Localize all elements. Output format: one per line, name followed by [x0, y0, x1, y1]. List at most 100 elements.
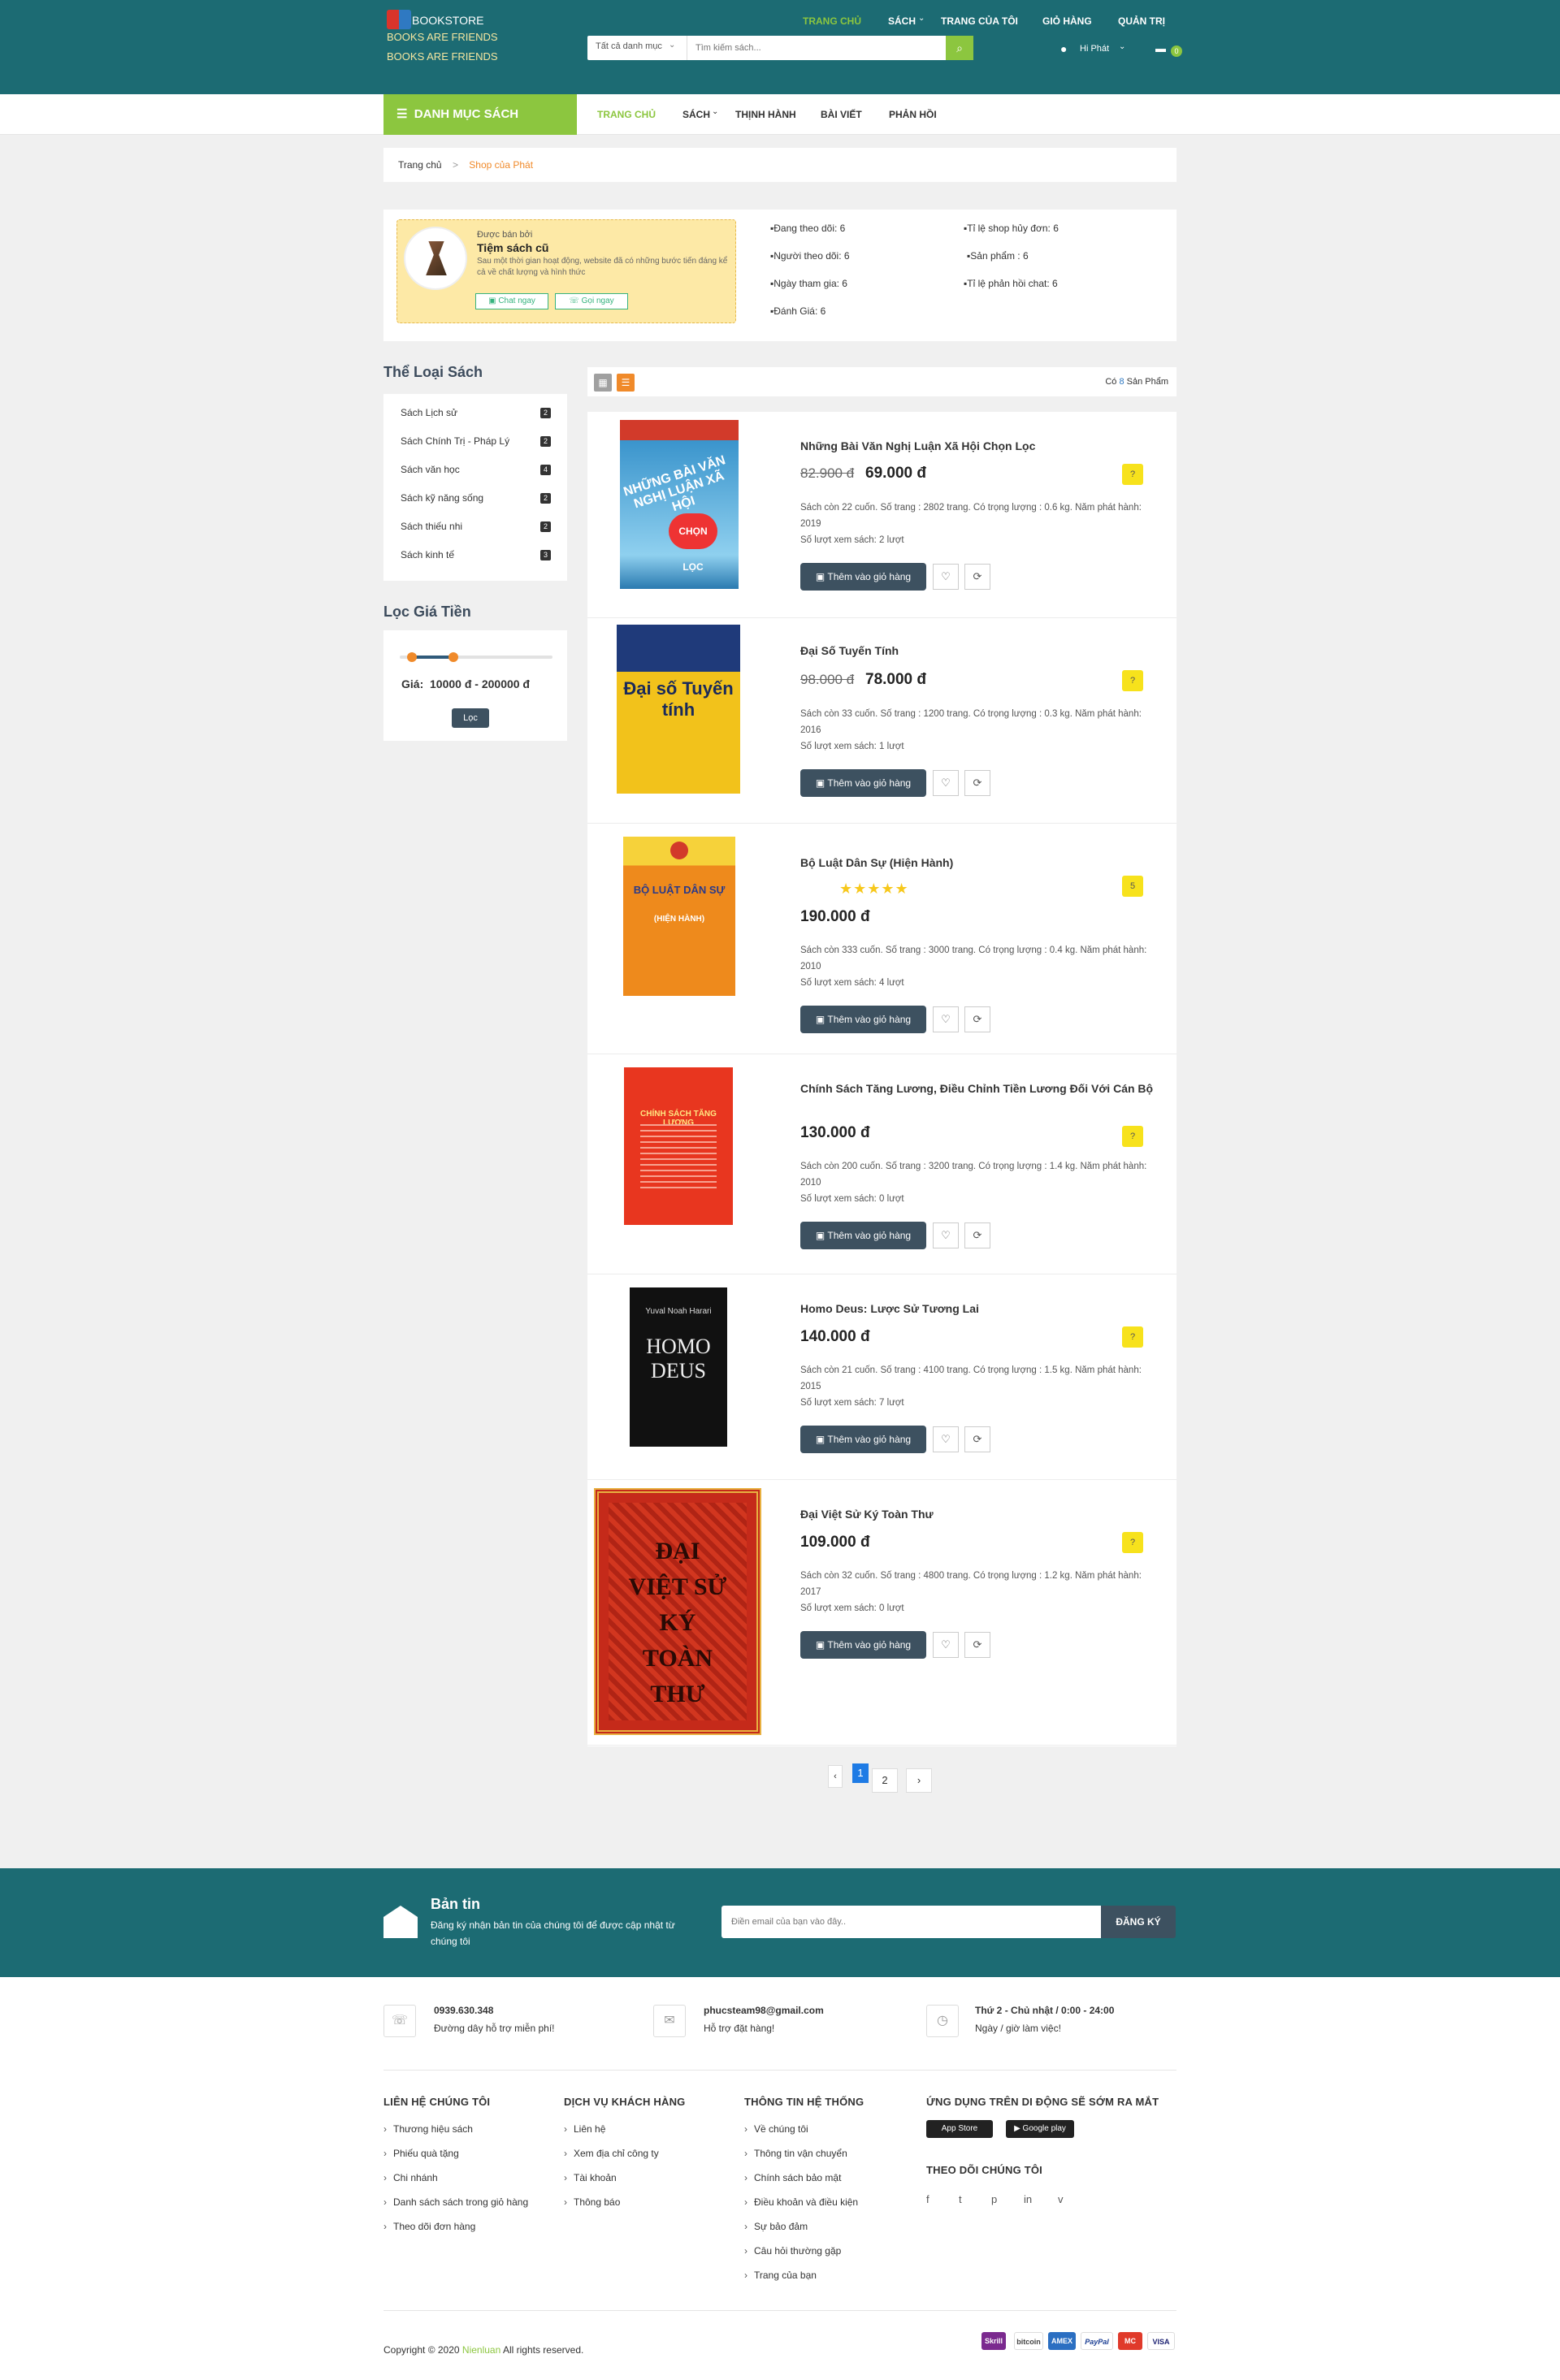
- book-cover-image[interactable]: NHỮNG BÀI VĂN NGHỊ LUẬN XÃ HỘI CHỌN LỌC: [620, 420, 739, 589]
- compare-icon[interactable]: ⟳: [964, 1426, 990, 1452]
- footer-link[interactable]: Tài khoản: [564, 2172, 617, 2183]
- product-views: Số lượt xem sách: 2 lượt: [800, 535, 904, 545]
- pagination-next[interactable]: ›: [906, 1768, 932, 1793]
- nav-home[interactable]: TRANG CHỦ: [803, 15, 861, 27]
- nav-admin[interactable]: QUẢN TRỊ: [1118, 15, 1165, 27]
- twitter-icon[interactable]: t: [959, 2193, 962, 2205]
- footer-link[interactable]: Chính sách bảo mật: [744, 2172, 841, 2183]
- category-item[interactable]: Sách văn học 4: [384, 464, 567, 492]
- vimeo-icon[interactable]: v: [1058, 2193, 1064, 2205]
- category-item[interactable]: Sách Chính Trị - Pháp Lý 2: [384, 435, 567, 464]
- compare-icon[interactable]: ⟳: [964, 1222, 990, 1248]
- user-menu[interactable]: Hi Phát: [1080, 44, 1109, 54]
- price-slider-range: [412, 656, 453, 659]
- book-cover-image[interactable]: CHÍNH SÁCH TĂNG LƯƠNG: [624, 1067, 733, 1225]
- pagination-page-2[interactable]: 2: [872, 1768, 898, 1793]
- footer-divider: [384, 2310, 1176, 2311]
- wishlist-heart-icon[interactable]: ♡: [933, 1632, 959, 1658]
- search-category-select[interactable]: Tất cả danh mục: [596, 41, 662, 51]
- book-cover-image[interactable]: BỘ LUẬT DÂN SỰ (HIỆN HÀNH): [623, 837, 735, 996]
- facebook-icon[interactable]: f: [926, 2193, 930, 2205]
- app-store-button[interactable]: App Store: [926, 2120, 993, 2138]
- category-item[interactable]: Sách Lịch sử 2: [384, 407, 567, 435]
- nav-my-page[interactable]: TRANG CỦA TÔI: [941, 15, 1018, 27]
- subnav-books[interactable]: SÁCH: [682, 109, 710, 120]
- price-slider-min-handle[interactable]: [407, 652, 418, 662]
- footer-link[interactable]: Về chúng tôi: [744, 2123, 808, 2135]
- footer-link[interactable]: Danh sách sách trong giỏ hàng: [384, 2196, 528, 2208]
- pagination-prev[interactable]: ‹: [828, 1765, 843, 1788]
- add-to-cart-button[interactable]: ▣ Thêm vào giỏ hàng: [800, 769, 926, 797]
- footer-link[interactable]: Phiếu quà tặng: [384, 2148, 459, 2159]
- cart-icon[interactable]: ▬: [1155, 42, 1166, 54]
- pinterest-icon[interactable]: p: [991, 2193, 997, 2205]
- footer-link[interactable]: Thông tin vận chuyển: [744, 2148, 847, 2159]
- chat-now-button[interactable]: ▣ Chat ngay: [475, 293, 548, 309]
- price-slider-track[interactable]: [400, 652, 552, 662]
- footer-link[interactable]: Thông báo: [564, 2196, 620, 2208]
- nav-cart[interactable]: GIỎ HÀNG: [1042, 15, 1092, 27]
- compare-icon[interactable]: ⟳: [964, 770, 990, 796]
- wishlist-heart-icon[interactable]: ♡: [933, 1426, 959, 1452]
- footer-link[interactable]: Sự bảo đảm: [744, 2221, 808, 2232]
- category-item[interactable]: Sách kinh tế 3: [384, 549, 567, 578]
- category-item[interactable]: Sách thiếu nhi 2: [384, 521, 567, 549]
- rating-badge: 5: [1122, 876, 1143, 897]
- category-item[interactable]: Sách kỹ năng sống 2: [384, 492, 567, 521]
- book-cover-image[interactable]: ĐẠI VIỆT SỬ KÝ TOÀN THƯ: [594, 1488, 761, 1735]
- list-view-icon[interactable]: ☰: [617, 374, 635, 392]
- wishlist-heart-icon[interactable]: ♡: [933, 770, 959, 796]
- footer-link[interactable]: Liên hệ: [564, 2123, 605, 2135]
- compare-icon[interactable]: ⟳: [964, 1006, 990, 1032]
- add-to-cart-button[interactable]: ▣ Thêm vào giỏ hàng: [800, 1006, 926, 1033]
- product-title[interactable]: Homo Deus: Lược Sử Tương Lai: [800, 1302, 1166, 1316]
- footer-link[interactable]: Xem địa chỉ công ty: [564, 2148, 659, 2159]
- add-to-cart-button[interactable]: ▣ Thêm vào giỏ hàng: [800, 1426, 926, 1453]
- product-title[interactable]: Bộ Luật Dân Sự (Hiện Hành): [800, 856, 1166, 870]
- contact-email[interactable]: phucsteam98@gmail.com: [704, 2005, 824, 2016]
- wishlist-heart-icon[interactable]: ♡: [933, 1006, 959, 1032]
- compare-icon[interactable]: ⟳: [964, 564, 990, 590]
- breadcrumb-home[interactable]: Trang chủ: [398, 159, 442, 171]
- add-to-cart-button[interactable]: ▣ Thêm vào giỏ hàng: [800, 563, 926, 591]
- footer-link[interactable]: Trang của bạn: [744, 2270, 817, 2281]
- price-slider-max-handle[interactable]: [448, 652, 458, 662]
- pagination-page-1[interactable]: 1: [852, 1763, 869, 1783]
- product-title[interactable]: Đại Số Tuyến Tính: [800, 644, 1166, 658]
- product-title[interactable]: Chính Sách Tăng Lương, Điều Chỉnh Tiền L…: [800, 1082, 1166, 1096]
- wishlist-heart-icon[interactable]: ♡: [933, 564, 959, 590]
- footer-link[interactable]: Điều khoản và điều kiện: [744, 2196, 858, 2208]
- subscribe-button[interactable]: ĐĂNG KÝ: [1101, 1906, 1176, 1938]
- grid-view-icon[interactable]: ▦: [594, 374, 612, 392]
- add-to-cart-button[interactable]: ▣ Thêm vào giỏ hàng: [800, 1631, 926, 1659]
- cover-subtitle: CHỌN LỌC: [669, 513, 717, 573]
- subnav-posts[interactable]: BÀI VIẾT: [821, 109, 862, 120]
- search-button[interactable]: ⌕: [946, 36, 973, 60]
- product-title[interactable]: Đại Việt Sử Ký Toàn Thư: [800, 1508, 1166, 1521]
- nav-books[interactable]: SÁCH: [888, 15, 916, 27]
- footer-link[interactable]: Thương hiệu sách: [384, 2123, 473, 2135]
- call-now-button[interactable]: ☏ Gọi ngay: [555, 293, 628, 309]
- subnav-home[interactable]: TRANG CHỦ: [597, 109, 656, 120]
- compare-icon[interactable]: ⟳: [964, 1632, 990, 1658]
- logo-title[interactable]: BOOKSTORE: [412, 15, 483, 27]
- book-cover-image[interactable]: Yuval Noah Harari HOMO DEUS: [630, 1287, 727, 1447]
- filter-button[interactable]: Lọc: [452, 708, 489, 728]
- google-play-button[interactable]: ▶ Google play: [1006, 2120, 1074, 2138]
- subnav-feedback[interactable]: PHẢN HỒI: [889, 109, 937, 120]
- sold-by-label: Được bán bởi: [477, 230, 533, 240]
- search-input[interactable]: [687, 36, 945, 60]
- product-title[interactable]: Những Bài Văn Nghị Luận Xã Hội Chọn Lọc: [800, 439, 1166, 453]
- subnav-trending[interactable]: THỊNH HÀNH: [735, 109, 796, 120]
- add-to-cart-button[interactable]: ▣ Thêm vào giỏ hàng: [800, 1222, 926, 1249]
- wishlist-heart-icon[interactable]: ♡: [933, 1222, 959, 1248]
- search-bar: Tất cả danh mục ⌄ ⌕: [587, 36, 973, 60]
- category-menu-button[interactable]: ☰ DANH MỤC SÁCH: [384, 94, 577, 135]
- footer-link[interactable]: Theo dõi đơn hàng: [384, 2221, 475, 2232]
- footer-link[interactable]: Câu hỏi thường gặp: [744, 2245, 841, 2257]
- footer-link[interactable]: Chi nhánh: [384, 2172, 438, 2183]
- linkedin-icon[interactable]: in: [1024, 2193, 1032, 2205]
- book-cover-image[interactable]: Đại số Tuyến tính: [617, 625, 740, 794]
- copyright-brand[interactable]: Nienluan: [462, 2344, 500, 2356]
- newsletter-email-input[interactable]: [722, 1906, 1102, 1938]
